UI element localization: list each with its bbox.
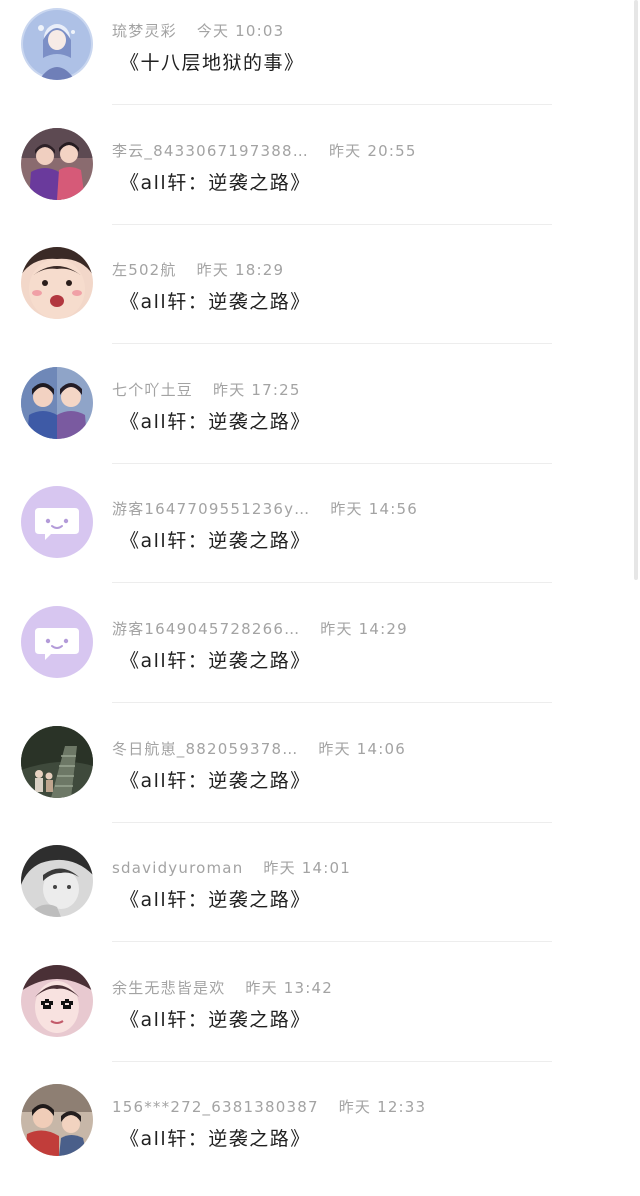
- stairs-photo-avatar-icon: [21, 725, 93, 798]
- timestamp: 昨天 14:06: [318, 739, 407, 758]
- divider: [112, 343, 552, 345]
- comment-text[interactable]: 《十八层地狱的事》: [120, 48, 305, 75]
- girl-mosaic-avatar-icon: [21, 964, 93, 1037]
- avatar[interactable]: [21, 606, 93, 678]
- avatar[interactable]: [21, 725, 93, 798]
- comment-text[interactable]: 《all轩：逆袭之路》: [120, 1124, 311, 1151]
- timestamp: 昨天 17:25: [213, 380, 301, 399]
- avatar[interactable]: [21, 8, 93, 80]
- timestamp: 昨天 13:42: [245, 978, 334, 997]
- divider: [112, 821, 552, 823]
- timestamp: 昨天 14:01: [263, 859, 352, 878]
- list-item[interactable]: 冬日航崽_882059378… 昨天 14:06 《all轩：逆袭之路》: [0, 718, 640, 838]
- timestamp: 昨天 12:33: [338, 1098, 427, 1117]
- list-item[interactable]: 琉梦灵彩 今天 10:03 《十八层地狱的事》: [0, 0, 640, 120]
- comment-text[interactable]: 《all轩：逆袭之路》: [120, 1005, 311, 1032]
- bw-portrait-avatar-icon: [21, 845, 93, 918]
- list-item[interactable]: 余生无悲皆是欢 昨天 13:42 《all轩：逆袭之路》: [0, 957, 640, 1077]
- timestamp: 今天 10:03: [196, 22, 285, 40]
- divider: [112, 1060, 552, 1062]
- avatar[interactable]: [21, 964, 93, 1037]
- username[interactable]: 游客1647709551236y…: [112, 500, 310, 518]
- people-photo-avatar-icon: [21, 1084, 93, 1157]
- comment-text[interactable]: 《all轩：逆袭之路》: [120, 766, 311, 793]
- comment-text[interactable]: 《all轩：逆袭之路》: [120, 646, 311, 673]
- two-girls-avatar-icon: [21, 127, 93, 200]
- username[interactable]: 156***272_6381380387: [112, 1098, 319, 1116]
- avatar[interactable]: [21, 1084, 93, 1157]
- avatar[interactable]: [21, 486, 93, 559]
- boy-face-avatar-icon: [21, 247, 93, 320]
- username[interactable]: 琉梦灵彩: [112, 22, 177, 40]
- username[interactable]: 李云_8433067197388…: [112, 142, 309, 160]
- timestamp: 昨天 20:55: [328, 141, 417, 160]
- timestamp: 昨天 14:29: [320, 620, 408, 638]
- list-item[interactable]: 左502航 昨天 18:29 《all轩：逆袭之路》: [0, 239, 640, 359]
- divider: [112, 702, 552, 703]
- divider: [112, 104, 552, 105]
- avatar[interactable]: [21, 127, 93, 200]
- username[interactable]: sdavidyuroman: [112, 859, 243, 877]
- comment-text[interactable]: 《all轩：逆袭之路》: [120, 287, 311, 314]
- divider: [112, 941, 552, 943]
- comment-text[interactable]: 《all轩：逆袭之路》: [120, 407, 311, 434]
- divider: [112, 223, 552, 225]
- timestamp: 昨天 18:29: [196, 261, 285, 280]
- divider: [112, 462, 552, 464]
- avatar[interactable]: [21, 845, 93, 918]
- anime-girl-avatar-icon: [21, 8, 93, 80]
- username[interactable]: 余生无悲皆是欢: [112, 979, 225, 997]
- list-item[interactable]: sdavidyuroman 昨天 14:01 《all轩：逆袭之路》: [0, 837, 640, 957]
- list-item[interactable]: 李云_8433067197388… 昨天 20:55 《all轩：逆袭之路》: [0, 120, 640, 240]
- username[interactable]: 七个吖土豆: [112, 381, 193, 399]
- two-boys-avatar-icon: [21, 366, 93, 439]
- timestamp: 昨天 14:56: [330, 500, 418, 519]
- avatar[interactable]: [21, 247, 93, 320]
- list-item[interactable]: 七个吖土豆 昨天 17:25 《all轩：逆袭之路》: [0, 359, 640, 479]
- avatar[interactable]: [21, 366, 93, 439]
- chat-bubble-icon: [21, 606, 93, 678]
- comment-text[interactable]: 《all轩：逆袭之路》: [120, 885, 311, 912]
- divider: [112, 582, 552, 584]
- comment-text[interactable]: 《all轩：逆袭之路》: [120, 168, 311, 195]
- list-item[interactable]: 156***272_6381380387 昨天 12:33 《all轩：逆袭之路》: [0, 1076, 640, 1196]
- comment-text[interactable]: 《all轩：逆袭之路》: [120, 526, 311, 553]
- username[interactable]: 游客1649045728266…: [112, 620, 300, 638]
- username[interactable]: 冬日航崽_882059378…: [112, 740, 298, 758]
- chat-bubble-icon: [21, 486, 93, 559]
- username[interactable]: 左502航: [112, 261, 177, 279]
- list-item[interactable]: 游客1649045728266… 昨天 14:29 《all轩：逆袭之路》: [0, 598, 640, 718]
- list-item[interactable]: 游客1647709551236y… 昨天 14:56 《all轩：逆袭之路》: [0, 478, 640, 598]
